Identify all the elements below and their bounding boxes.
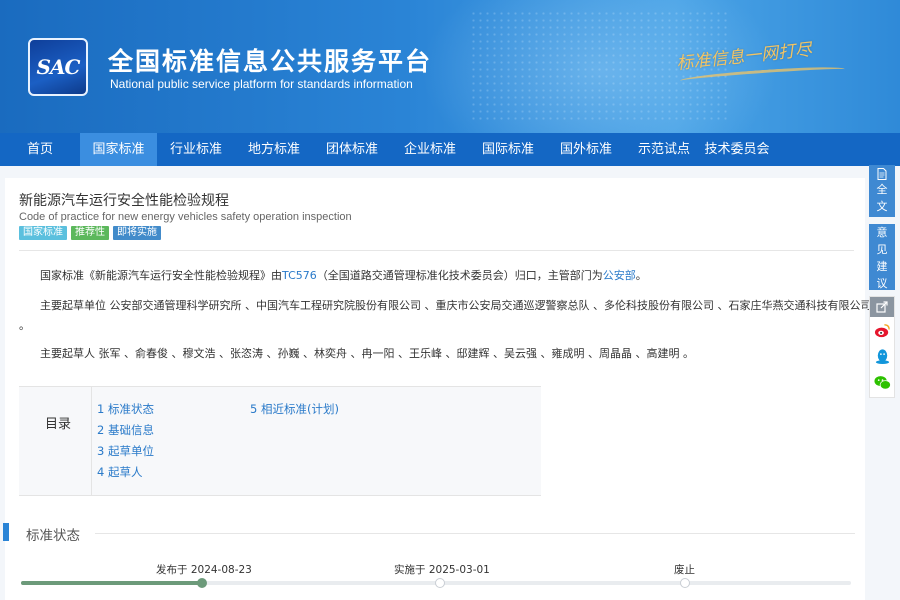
nav-item-national[interactable]: 国家标准 <box>80 133 157 166</box>
share-button[interactable] <box>870 297 894 317</box>
feedback-char: 议 <box>876 276 888 290</box>
toc-item-similar-standards[interactable]: 5 相近标准(计划) <box>250 401 339 417</box>
department-link[interactable]: 公安部 <box>603 269 636 282</box>
timeline-dot-effective <box>435 578 445 588</box>
main-nav: 首页 国家标准 行业标准 地方标准 团体标准 企业标准 国际标准 国外标准 示范试点 技术委员会 <box>0 133 900 166</box>
nav-item-foreign[interactable]: 国外标准 <box>547 133 625 166</box>
fulltext-char: 文 <box>876 200 888 213</box>
summary-drafting-units: 主要起草单位 公安部交通管理科学研究所 、中国汽车工程研究院股份有限公司 、重庆… <box>40 299 872 312</box>
section-accent-bar <box>3 523 9 541</box>
nav-item-local[interactable]: 地方标准 <box>235 133 313 166</box>
toc-label: 目录 <box>45 417 72 432</box>
standard-title-en: Code of practice for new energy vehicles… <box>19 211 352 223</box>
toc-item-status[interactable]: 1 标准状态 <box>97 401 154 417</box>
timeline-progress <box>21 581 203 585</box>
toc-divider <box>91 387 92 495</box>
summary-text: 。 <box>635 269 647 282</box>
fulltext-button[interactable]: 全 文 <box>869 165 895 217</box>
standard-detail-card: 新能源汽车运行安全性能检验规程 Code of practice for new… <box>3 178 871 600</box>
standard-title: 新能源汽车运行安全性能检验规程 <box>19 193 229 209</box>
wechat-icon[interactable] <box>874 374 891 391</box>
timeline-dot-published <box>197 578 207 588</box>
feedback-button[interactable]: 意 见 建 议 <box>869 224 895 290</box>
toc-item-basic-info[interactable]: 2 基础信息 <box>97 422 154 438</box>
nav-item-international[interactable]: 国际标准 <box>469 133 547 166</box>
share-icon <box>876 301 888 313</box>
document-icon <box>877 168 887 180</box>
timeline-effective-label: 实施于 2025-03-01 <box>394 564 490 576</box>
toc-item-drafters[interactable]: 4 起草人 <box>97 464 142 480</box>
summary-governance: 国家标准《新能源汽车运行安全性能检验规程》由TC576（全国道路交通管理标准化技… <box>40 267 647 283</box>
divider <box>19 250 854 251</box>
sac-logo[interactable]: SAC <box>28 38 88 96</box>
badge-upcoming: 即将实施 <box>113 226 161 240</box>
timeline-abolished-label: 废止 <box>674 564 695 576</box>
summary-drafters: 主要起草人 张军 、俞春俊 、穆文浩 、张恣涛 、孙巍 、林奕舟 、冉一阳 、王… <box>40 347 694 360</box>
feedback-char: 见 <box>876 242 888 256</box>
feedback-char: 意 <box>876 225 888 239</box>
badge-national: 国家标准 <box>19 226 67 240</box>
nav-item-home[interactable]: 首页 <box>0 133 80 166</box>
timeline-dot-abolished <box>680 578 690 588</box>
header-banner: SAC 全国标准信息公共服务平台 National public service… <box>0 0 900 133</box>
weibo-icon[interactable] <box>874 322 891 339</box>
nav-item-group[interactable]: 团体标准 <box>313 133 391 166</box>
fulltext-char: 全 <box>876 183 888 196</box>
feedback-char: 建 <box>876 259 888 273</box>
section-divider <box>95 533 855 534</box>
toc-item-drafting-units[interactable]: 3 起草单位 <box>97 443 154 459</box>
tc-link[interactable]: TC576 <box>282 269 317 282</box>
summary-text: 国家标准《新能源汽车运行安全性能检验规程》由 <box>40 269 282 282</box>
site-title: 全国标准信息公共服务平台 <box>108 47 433 76</box>
summary-drafting-units-cont: 。 <box>19 319 30 332</box>
nav-item-pilot[interactable]: 示范试点 <box>625 133 703 166</box>
table-of-contents: 目录 1 标准状态 2 基础信息 3 起草单位 4 起草人 5 相近标准(计划) <box>19 386 541 496</box>
nav-item-committee[interactable]: 技术委员会 <box>703 133 771 166</box>
timeline-published-label: 发布于 2024-08-23 <box>156 564 252 576</box>
qq-icon[interactable] <box>874 348 891 365</box>
site-subtitle: National public service platform for sta… <box>110 77 413 91</box>
summary-text: （全国道路交通管理标准化技术委员会）归口，主管部门为 <box>316 269 603 282</box>
nav-item-industry[interactable]: 行业标准 <box>157 133 235 166</box>
nav-item-enterprise[interactable]: 企业标准 <box>391 133 469 166</box>
share-panel <box>869 296 895 398</box>
section-title-status: 标准状态 <box>26 528 80 544</box>
badge-recommended: 推荐性 <box>71 226 109 240</box>
standard-badges: 国家标准 推荐性 即将实施 <box>19 226 161 240</box>
